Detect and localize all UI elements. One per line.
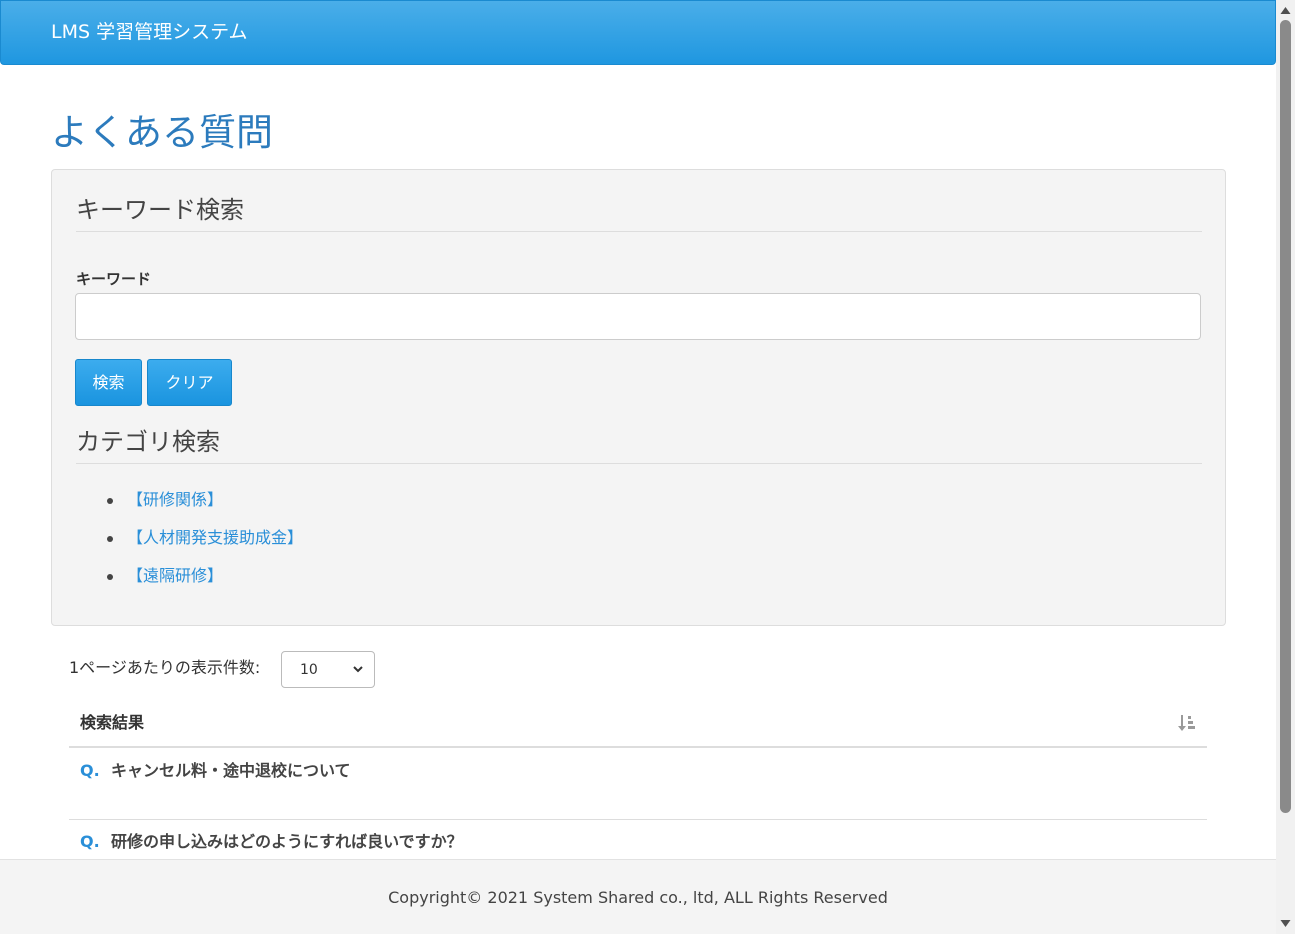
- category-link-subsidy[interactable]: 【人材開発支援助成金】: [127, 523, 303, 553]
- category-link-training[interactable]: 【研修関係】: [127, 485, 223, 515]
- results-header-label: 検索結果: [80, 713, 145, 732]
- page-title: よくある質問: [51, 111, 273, 154]
- bullet-icon: [107, 536, 113, 542]
- result-row: Q. キャンセル料・途中退校について: [69, 749, 1207, 820]
- bullet-icon: [107, 498, 113, 504]
- scroll-thumb[interactable]: [1280, 20, 1291, 813]
- scrollbar[interactable]: [1276, 0, 1295, 934]
- results-header: 検索結果: [69, 700, 1207, 748]
- footer: Copyright© 2021 System Shared co., ltd, …: [0, 859, 1276, 934]
- keyword-label: キーワード: [76, 270, 152, 288]
- copyright-text: Copyright© 2021 System Shared co., ltd, …: [388, 888, 888, 907]
- search-panel: キーワード検索 キーワード 検索 クリア カテゴリ検索 【研修関係】 【人材開発…: [51, 169, 1226, 626]
- question-marker: Q.: [80, 832, 100, 851]
- bullet-icon: [107, 574, 113, 580]
- question-link[interactable]: キャンセル料・途中退校について: [111, 760, 351, 782]
- scroll-up-arrow-icon[interactable]: [1280, 6, 1291, 15]
- per-page-label: 1ページあたりの表示件数:: [69, 658, 261, 677]
- category-search-heading: カテゴリ検索: [76, 424, 1202, 464]
- question-link[interactable]: 研修の申し込みはどのようにすれば良いですか？: [111, 831, 463, 853]
- keyword-search-heading: キーワード検索: [76, 192, 1202, 232]
- sort-icon[interactable]: [1177, 713, 1197, 733]
- scroll-down-arrow-icon[interactable]: [1280, 919, 1291, 928]
- chevron-down-icon: [353, 666, 363, 673]
- search-button[interactable]: 検索: [75, 359, 142, 406]
- question-marker: Q.: [80, 761, 100, 780]
- per-page-select[interactable]: 10: [281, 651, 375, 688]
- per-page-value: 10: [300, 662, 318, 678]
- brand-link[interactable]: LMS 学習管理システム: [51, 19, 248, 45]
- category-link-remote[interactable]: 【遠隔研修】: [127, 561, 223, 591]
- top-navbar: LMS 学習管理システム: [0, 0, 1276, 65]
- clear-button[interactable]: クリア: [147, 359, 232, 406]
- keyword-input[interactable]: [75, 293, 1201, 340]
